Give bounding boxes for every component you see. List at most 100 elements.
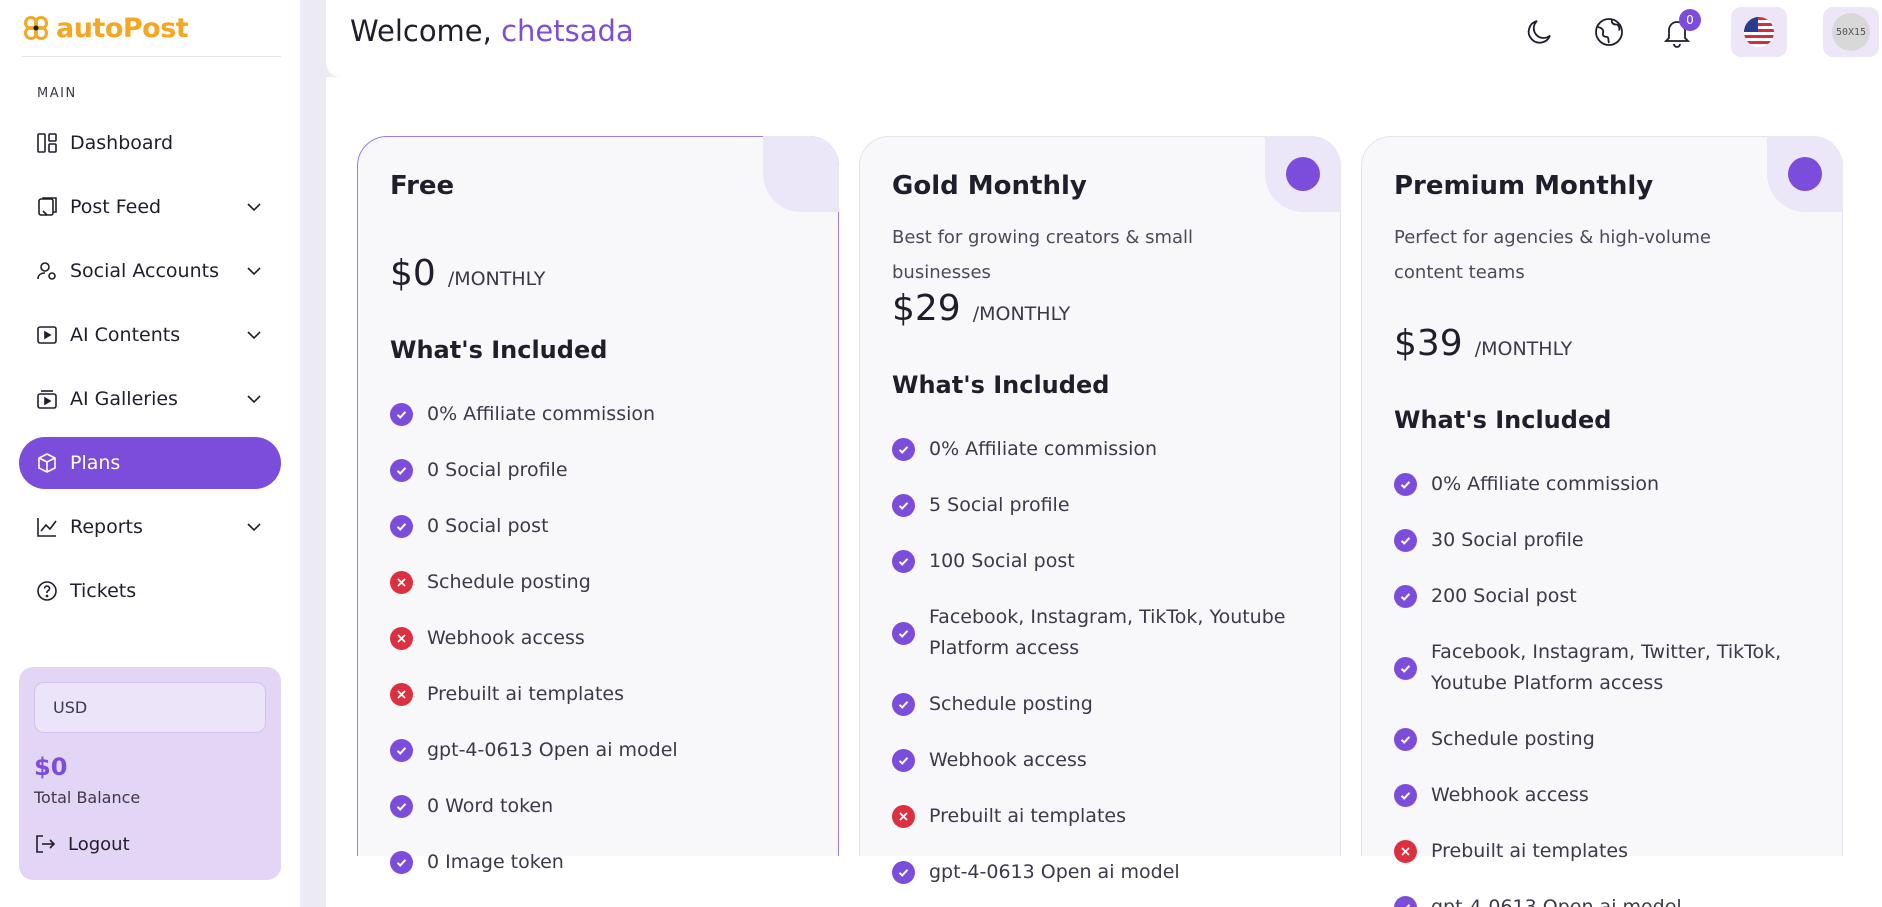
plans-icon (36, 452, 58, 474)
plan-card-free[interactable]: Free $0 /MONTHLY What's Included 0% Affi… (357, 136, 839, 874)
plan-price: $39 (1394, 323, 1463, 364)
sidebar-nav: Dashboard Post Feed Social Accounts AI C… (19, 117, 281, 629)
post-feed-icon (36, 196, 58, 218)
plan-corner (763, 136, 839, 212)
user-menu-button[interactable]: 50X15 (1823, 7, 1879, 57)
plan-feature-text: Facebook, Instagram, TikTok, Youtube Pla… (929, 606, 1286, 659)
sidebar-item-label: Post Feed (70, 196, 162, 218)
plan-feature: gpt-4-0613 Open ai model (892, 857, 1312, 888)
plan-feature-text: Webhook access (1431, 784, 1589, 806)
check-icon (892, 494, 915, 517)
country-selector-button[interactable] (1731, 7, 1787, 57)
plan-feature-text: Prebuilt ai templates (427, 683, 624, 705)
plan-feature: Webhook access (892, 745, 1312, 776)
check-icon (1394, 529, 1417, 552)
plan-included-title: What's Included (892, 371, 1110, 399)
avatar: 50X15 (1832, 13, 1870, 51)
plan-feature: 0% Affiliate commission (1394, 469, 1814, 500)
plan-feature: Schedule posting (892, 689, 1312, 720)
plan-feature-list: 0% Affiliate commission 5 Social profile… (892, 434, 1312, 907)
social-accounts-icon (36, 260, 58, 282)
moon-icon (1527, 20, 1551, 44)
cross-icon (390, 683, 413, 706)
plan-card-premium-monthly[interactable]: Premium Monthly Perfect for agencies & h… (1361, 136, 1843, 907)
plan-card-gold-monthly[interactable]: Gold Monthly Best for growing creators &… (859, 136, 1341, 884)
check-icon (1394, 784, 1417, 807)
plan-select-radio[interactable] (1788, 157, 1822, 191)
plan-feature-text: Webhook access (929, 749, 1087, 771)
plan-feature: Webhook access (1394, 780, 1814, 811)
plan-corner (1265, 136, 1341, 212)
plan-name: Premium Monthly (1394, 171, 1654, 201)
theme-toggle-button[interactable] (1523, 15, 1557, 49)
chevron-down-icon (247, 523, 261, 532)
currency-select[interactable]: USD (34, 682, 266, 733)
plan-feature: 30 Social profile (1394, 525, 1814, 556)
plan-feature-text: 200 Social post (1431, 585, 1577, 607)
us-flag-icon (1744, 17, 1774, 47)
brand-logo[interactable]: autoPost (22, 8, 189, 48)
plan-feature-text: Prebuilt ai templates (929, 805, 1126, 827)
check-icon (390, 515, 413, 538)
plan-period: /MONTHLY (972, 303, 1071, 325)
chevron-down-icon (247, 203, 261, 212)
check-icon (1394, 585, 1417, 608)
sidebar: autoPost MAIN Dashboard Post Feed Social… (0, 0, 300, 907)
sidebar-item-label: Dashboard (70, 132, 174, 154)
check-icon (1394, 473, 1417, 496)
logo-icon (24, 16, 48, 40)
sidebar-item-label: AI Galleries (70, 388, 178, 410)
plan-included-title: What's Included (1394, 406, 1612, 434)
ai-contents-icon (36, 324, 58, 346)
sidebar-item-post-feed[interactable]: Post Feed (19, 181, 281, 233)
check-icon (390, 403, 413, 426)
sidebar-item-label: Tickets (70, 580, 137, 602)
plan-price: $29 (892, 288, 961, 329)
sidebar-item-reports[interactable]: Reports (19, 501, 281, 553)
sidebar-item-label: AI Contents (70, 324, 181, 346)
plan-feature-text: Prebuilt ai templates (1431, 840, 1628, 862)
plan-feature: 200 Social post (1394, 581, 1814, 612)
plan-period: /MONTHLY (1474, 338, 1573, 360)
plan-feature-text: gpt-4-0613 Open ai model (929, 861, 1180, 883)
plan-feature: Prebuilt ai templates (1394, 836, 1814, 867)
language-button[interactable] (1592, 15, 1626, 49)
plan-feature: 0 Image token (390, 847, 810, 878)
plan-description: Perfect for agencies & high-volume conte… (1394, 227, 1711, 283)
sidebar-item-tickets[interactable]: Tickets (19, 565, 281, 617)
plan-feature-text: 0 Social post (427, 515, 549, 537)
cross-icon (390, 571, 413, 594)
plan-feature-text: gpt-4-0613 Open ai model (1431, 896, 1682, 907)
logout-label: Logout (68, 833, 130, 855)
plan-period: /MONTHLY (447, 268, 546, 290)
plan-select-radio[interactable] (1286, 157, 1320, 191)
reports-icon (36, 516, 58, 538)
plan-name: Gold Monthly (892, 171, 1087, 201)
check-icon (892, 438, 915, 461)
plan-feature: 0 Social profile (390, 455, 810, 486)
plan-feature-text: 100 Social post (929, 550, 1075, 572)
sidebar-item-dashboard[interactable]: Dashboard (19, 117, 281, 169)
sidebar-item-ai-galleries[interactable]: AI Galleries (19, 373, 281, 425)
sidebar-item-social-accounts[interactable]: Social Accounts (19, 245, 281, 297)
chevron-down-icon (247, 267, 261, 276)
tickets-icon (36, 580, 58, 602)
balance-label: Total Balance (34, 788, 141, 807)
plan-feature: 0 Social post (390, 511, 810, 542)
sidebar-item-plans[interactable]: Plans (19, 437, 281, 489)
plan-feature-text: gpt-4-0613 Open ai model (427, 739, 678, 761)
balance-card: USD $0 Total Balance Logout (19, 667, 281, 880)
ai-galleries-icon (36, 388, 58, 410)
top-header: Welcome, chetsada 0 50X15 (326, 0, 1882, 77)
plan-corner (1767, 136, 1843, 212)
welcome-message: Welcome, chetsada (350, 14, 634, 48)
sidebar-item-ai-contents[interactable]: AI Contents (19, 309, 281, 361)
plan-feature: 0 Word token (390, 791, 810, 822)
plan-feature-text: Schedule posting (427, 571, 591, 593)
logout-button[interactable]: Logout (34, 833, 130, 855)
check-icon (1394, 656, 1417, 680)
cross-icon (892, 805, 915, 828)
welcome-prefix: Welcome, (350, 14, 502, 48)
plan-feature: Schedule posting (1394, 724, 1814, 755)
main-content: Free $0 /MONTHLY What's Included 0% Affi… (326, 77, 1882, 907)
